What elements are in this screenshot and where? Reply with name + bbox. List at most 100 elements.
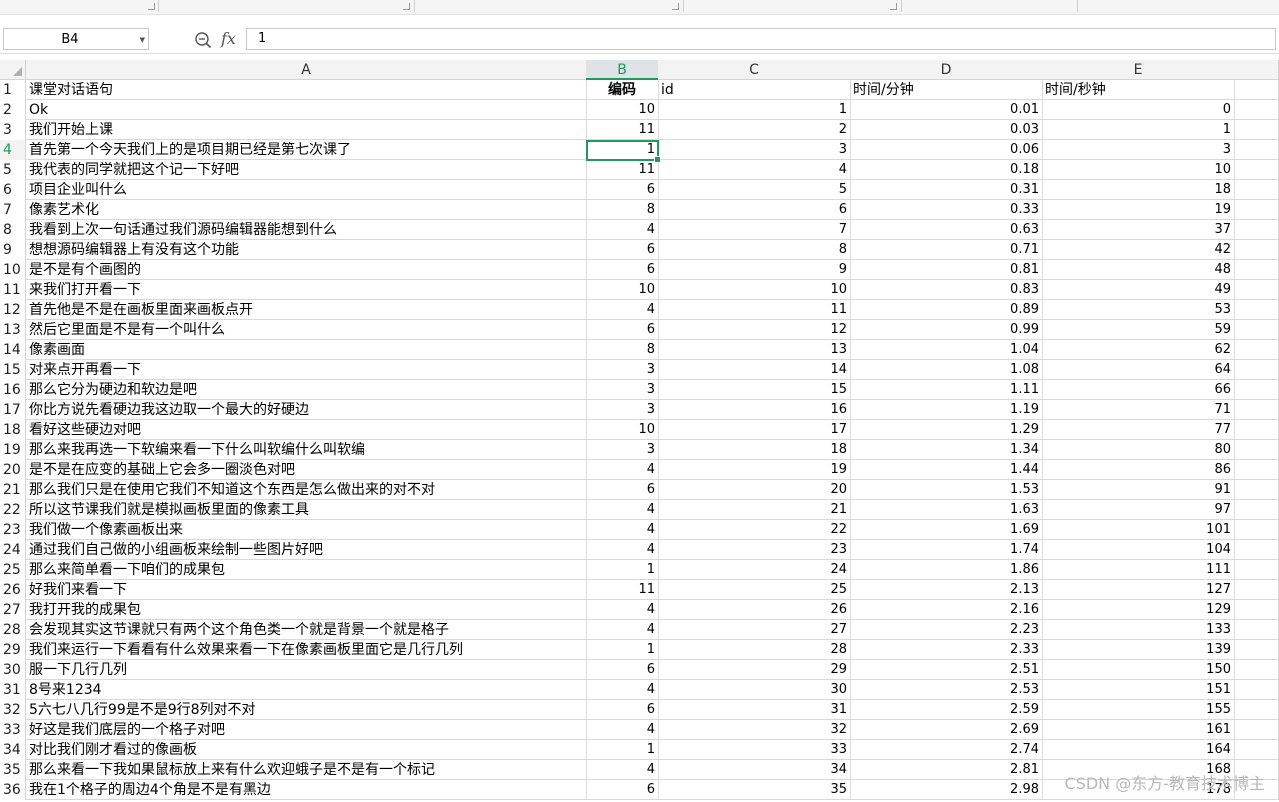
cell-d[interactable]: 1.69 <box>850 520 1043 540</box>
cell-c[interactable]: 19 <box>658 460 851 480</box>
cell-a[interactable]: 项目企业叫什么 <box>26 180 587 200</box>
cell-b[interactable]: 1 <box>586 560 659 580</box>
cell-b[interactable]: 6 <box>586 780 659 800</box>
cell-a[interactable]: 想想源码编辑器上有没有这个功能 <box>26 240 587 260</box>
cell-b[interactable]: 4 <box>586 520 659 540</box>
row-header[interactable]: 13 <box>0 320 26 340</box>
cell-c[interactable]: 35 <box>658 780 851 800</box>
row-header[interactable]: 30 <box>0 660 26 680</box>
cell-f[interactable] <box>1234 680 1279 700</box>
group-launcher-icon[interactable] <box>403 3 410 10</box>
cell-b[interactable]: 4 <box>586 220 659 240</box>
cell-c[interactable]: 9 <box>658 260 851 280</box>
cell-f[interactable] <box>1234 200 1279 220</box>
cell-a[interactable]: 5六七八几行99是不是9行8列对不对 <box>26 700 587 720</box>
cell-f[interactable] <box>1234 440 1279 460</box>
cell-c[interactable]: 17 <box>658 420 851 440</box>
cell-a[interactable]: 我打开我的成果包 <box>26 600 587 620</box>
cell-c[interactable]: 14 <box>658 360 851 380</box>
row-header[interactable]: 1 <box>0 80 26 100</box>
cell-f[interactable] <box>1234 380 1279 400</box>
cell-b[interactable]: 4 <box>586 300 659 320</box>
cell-d[interactable]: 2.81 <box>850 760 1043 780</box>
cell-f[interactable] <box>1234 500 1279 520</box>
zoom-icon[interactable] <box>194 31 212 49</box>
cell-f[interactable] <box>1234 340 1279 360</box>
row-header[interactable]: 14 <box>0 340 26 360</box>
cell-b[interactable]: 6 <box>586 320 659 340</box>
cell-f[interactable] <box>1234 580 1279 600</box>
spreadsheet-grid[interactable]: ABCDE 1 课堂对话语句 编码 id 时间/分钟 时间/秒钟 2 Ok 10 1 0.01 0 3 我… <box>0 60 1279 802</box>
row-header[interactable]: 12 <box>0 300 26 320</box>
cell-b[interactable]: 10 <box>586 100 659 120</box>
cell-f[interactable] <box>1234 240 1279 260</box>
cell-a[interactable]: 那么来看一下我如果鼠标放上来有什么欢迎蛾子是不是有一个标记 <box>26 760 587 780</box>
cell-e[interactable]: 77 <box>1042 420 1235 440</box>
cell-e[interactable]: 97 <box>1042 500 1235 520</box>
cell-a[interactable]: 像素艺术化 <box>26 200 587 220</box>
cell-b[interactable]: 3 <box>586 400 659 420</box>
cell-a[interactable]: 8号来1234 <box>26 680 587 700</box>
cell-c[interactable]: 11 <box>658 300 851 320</box>
cell-e[interactable]: 48 <box>1042 260 1235 280</box>
cell-d[interactable]: 1.44 <box>850 460 1043 480</box>
cell-c[interactable]: 6 <box>658 200 851 220</box>
chevron-down-icon[interactable]: ▼ <box>140 36 145 44</box>
cell-e[interactable]: 42 <box>1042 240 1235 260</box>
cell-d[interactable]: 1.86 <box>850 560 1043 580</box>
cell-a[interactable]: 对来点开再看一下 <box>26 360 587 380</box>
cell-b[interactable]: 1 <box>586 640 659 660</box>
cell-d[interactable]: 1.53 <box>850 480 1043 500</box>
cell-b[interactable]: 4 <box>586 500 659 520</box>
cell-b[interactable]: 6 <box>586 480 659 500</box>
cell-b[interactable]: 8 <box>586 200 659 220</box>
row-header[interactable]: 22 <box>0 500 26 520</box>
cell-a[interactable]: 是不是有个画图的 <box>26 260 587 280</box>
row-header[interactable]: 15 <box>0 360 26 380</box>
cell-e[interactable]: 150 <box>1042 660 1235 680</box>
cell-f[interactable] <box>1234 120 1279 140</box>
cell-a[interactable]: Ok <box>26 100 587 120</box>
cell-f[interactable] <box>1234 460 1279 480</box>
cell-a[interactable]: 那么它分为硬边和软边是吧 <box>26 380 587 400</box>
cell-c[interactable]: 23 <box>658 540 851 560</box>
cell-a[interactable]: 那么来简单看一下咱们的成果包 <box>26 560 587 580</box>
cell-a[interactable]: 我在1个格子的周边4个角是不是有黑边 <box>26 780 587 800</box>
cell-a[interactable]: 课堂对话语句 <box>26 80 587 100</box>
cell-a[interactable]: 通过我们自己做的小组画板来绘制一些图片好吧 <box>26 540 587 560</box>
cell-e[interactable]: 101 <box>1042 520 1235 540</box>
cell-e[interactable]: 3 <box>1042 140 1235 160</box>
cell-f[interactable] <box>1234 280 1279 300</box>
cell-d[interactable]: 0.01 <box>850 100 1043 120</box>
row-header[interactable]: 10 <box>0 260 26 280</box>
cell-e[interactable]: 71 <box>1042 400 1235 420</box>
cell-d[interactable]: 1.34 <box>850 440 1043 460</box>
row-header[interactable]: 21 <box>0 480 26 500</box>
row-header[interactable]: 33 <box>0 720 26 740</box>
row-header[interactable]: 26 <box>0 580 26 600</box>
cell-e[interactable]: 161 <box>1042 720 1235 740</box>
cell-d[interactable]: 2.69 <box>850 720 1043 740</box>
cell-d[interactable]: 2.51 <box>850 660 1043 680</box>
cell-c[interactable]: 25 <box>658 580 851 600</box>
cell-e[interactable]: 19 <box>1042 200 1235 220</box>
cell-f[interactable] <box>1234 660 1279 680</box>
cell-c[interactable]: 16 <box>658 400 851 420</box>
cell-f[interactable] <box>1234 160 1279 180</box>
cell-e[interactable]: 127 <box>1042 580 1235 600</box>
cell-b[interactable]: 11 <box>586 580 659 600</box>
cell-d[interactable]: 2.33 <box>850 640 1043 660</box>
cell-a[interactable]: 我看到上次一句话通过我们源码编辑器能想到什么 <box>26 220 587 240</box>
cell-f[interactable] <box>1234 140 1279 160</box>
formula-input[interactable]: 1 <box>246 28 1276 50</box>
cell-d[interactable]: 0.71 <box>850 240 1043 260</box>
cell-d[interactable]: 0.33 <box>850 200 1043 220</box>
cell-f[interactable] <box>1234 740 1279 760</box>
cell-e[interactable]: 59 <box>1042 320 1235 340</box>
cell-c[interactable]: 12 <box>658 320 851 340</box>
cell-c[interactable]: 26 <box>658 600 851 620</box>
cell-e[interactable]: 53 <box>1042 300 1235 320</box>
column-header-a[interactable]: A <box>26 60 587 80</box>
cell-f[interactable] <box>1234 400 1279 420</box>
cell-b[interactable]: 编码 <box>586 80 659 100</box>
